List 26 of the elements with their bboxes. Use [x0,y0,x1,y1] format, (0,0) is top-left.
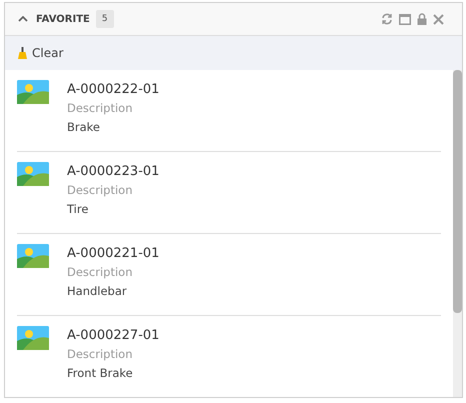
item-code[interactable]: A-0000223-01 [67,164,160,179]
item-code[interactable]: A-0000221-01 [67,246,160,261]
lock-icon[interactable] [417,13,427,25]
item-code[interactable]: A-0000222-01 [67,82,160,97]
field-value: Front Brake [67,366,134,380]
field-value: Handlebar [67,284,128,298]
field-label: Description [67,265,134,279]
clear-button[interactable]: Clear [16,44,66,62]
image-icon [17,326,49,350]
broom-icon [18,47,27,59]
field-value: Brake [67,120,101,134]
image-icon [17,80,49,104]
window-icon[interactable] [399,14,411,24]
scrollbar[interactable] [453,70,462,397]
caret-icon[interactable] [18,16,28,22]
field-label: Description [67,101,134,115]
count-badge: 5 [96,10,114,28]
item-code[interactable]: A-0000227-01 [67,328,160,343]
field-value: Tire [67,202,90,216]
field-label: Description [67,347,134,361]
field-label: Description [67,183,134,197]
panel-title: FAVORITE [36,14,90,24]
image-icon [17,162,49,186]
image-icon [17,244,49,268]
close-icon[interactable] [433,14,444,24]
refresh-icon[interactable] [381,13,393,25]
